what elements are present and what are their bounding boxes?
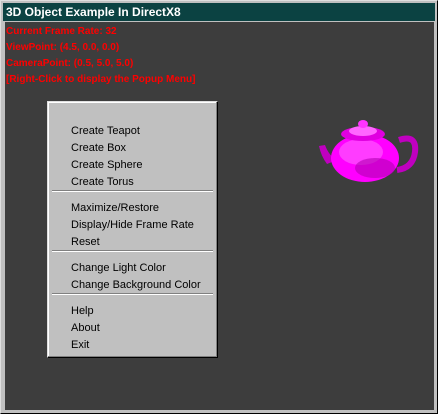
menu-item-create-teapot[interactable]: Create Teapot (71, 124, 140, 138)
menu-separator (52, 250, 213, 252)
menu-item-maximize-restore[interactable]: Maximize/Restore (71, 201, 159, 215)
menu-item-reset[interactable]: Reset (71, 235, 100, 249)
title-bar[interactable]: 3D Object Example In DirectX8 (3, 3, 435, 21)
menu-separator (52, 293, 213, 295)
menu-item-display-hide-frame-rate[interactable]: Display/Hide Frame Rate (71, 218, 194, 232)
menu-item-create-box[interactable]: Create Box (71, 141, 126, 155)
viewpoint-text: ViewPoint: (4.5, 0.0, 0.0) (6, 42, 120, 53)
menu-item-change-background-color[interactable]: Change Background Color (71, 278, 201, 292)
menu-item-about[interactable]: About (71, 321, 100, 335)
render-viewport[interactable]: Current Frame Rate: 32 ViewPoint: (4.5, … (5, 22, 434, 410)
menu-separator (52, 190, 213, 192)
popup-hint-text: [Right-Click to display the Popup Menu] (6, 74, 196, 85)
window-title: 3D Object Example In DirectX8 (6, 5, 181, 19)
frame-rate-text: Current Frame Rate: 32 (6, 26, 117, 37)
menu-item-help[interactable]: Help (71, 304, 94, 318)
context-menu: Create Teapot Create Box Create Sphere Crea… (47, 101, 218, 358)
menu-item-create-torus[interactable]: Create Torus (71, 175, 134, 189)
camerapoint-text: CameraPoint: (0.5, 5.0, 5.0) (6, 58, 134, 69)
menu-item-create-sphere[interactable]: Create Sphere (71, 158, 143, 172)
menu-item-exit[interactable]: Exit (71, 338, 89, 352)
app-window: 3D Object Example In DirectX8 Current Fr… (0, 0, 438, 414)
menu-item-change-light-color[interactable]: Change Light Color (71, 261, 166, 275)
teapot-object (319, 120, 419, 182)
